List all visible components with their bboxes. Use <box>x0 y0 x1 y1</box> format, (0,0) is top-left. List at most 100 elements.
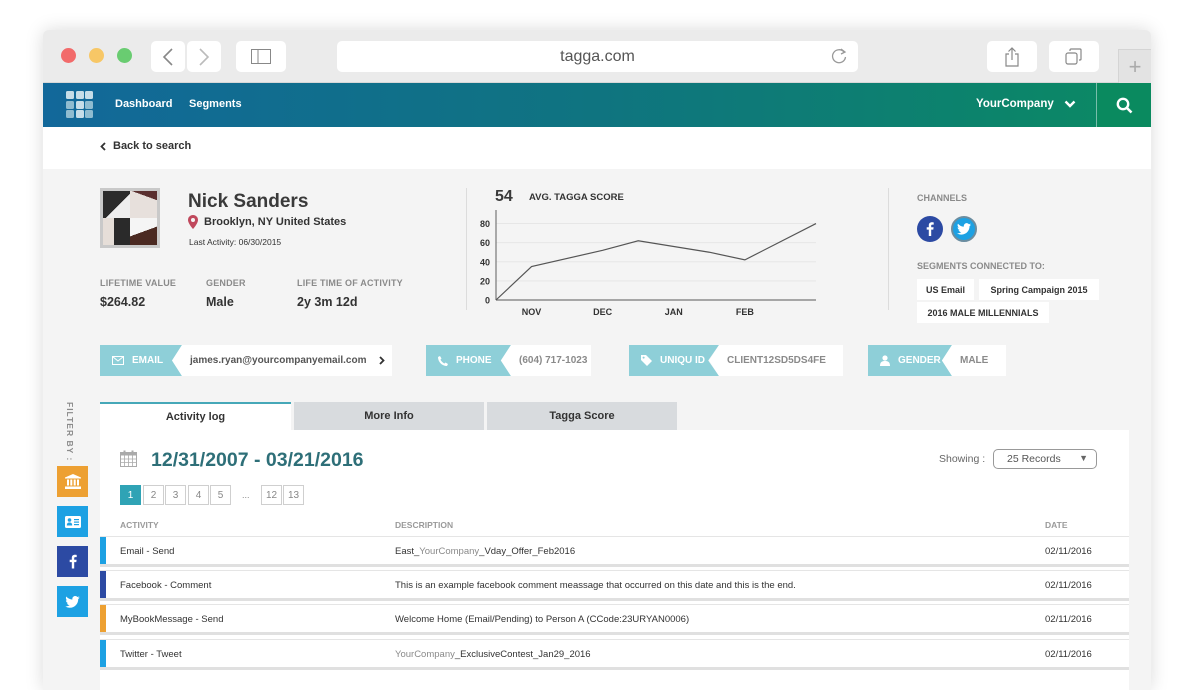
unique-id-field[interactable]: UNIQU ID CLIENT12SD5DS4FE <box>629 345 843 376</box>
y-tick-label: 60 <box>480 238 490 248</box>
column-header-description[interactable]: DESCRIPTION <box>395 520 453 530</box>
profile-name: Nick Sanders <box>188 191 308 213</box>
stat-label-activity-time: LIFE TIME OF ACTIVITY <box>297 278 403 288</box>
minimize-window-button[interactable] <box>89 48 104 63</box>
row-description: This is an example facebook comment meas… <box>395 580 796 591</box>
tab-more-info[interactable]: More Info <box>294 402 484 430</box>
phone-field-label: PHONE <box>426 345 511 376</box>
row-activity: Email - Send <box>120 546 174 557</box>
email-field[interactable]: EMAIL james.ryan@yourcompanyemail.com <box>100 345 392 376</box>
filter-facebook-button[interactable] <box>57 546 88 577</box>
row-activity: Twitter - Tweet <box>120 649 182 660</box>
records-per-page-select[interactable]: 25 Records ▼ <box>993 449 1097 469</box>
page-12-button[interactable]: 12 <box>261 485 282 505</box>
address-bar[interactable]: tagga.com <box>337 41 858 72</box>
chevron-left-icon <box>100 142 106 151</box>
sidebar-toggle-button[interactable] <box>236 41 286 72</box>
chevron-right-icon[interactable] <box>379 356 385 365</box>
row-description: East_YourCompany_Vday_Offer_Feb2016 <box>395 546 575 557</box>
segment-tag[interactable]: US Email <box>917 279 974 300</box>
browser-toolbar: tagga.com + <box>43 30 1151 83</box>
records-value: 25 Records <box>1007 453 1061 465</box>
page-1-button[interactable]: 1 <box>120 485 141 505</box>
segment-tag[interactable]: Spring Campaign 2015 <box>979 279 1099 300</box>
location-text: Brooklyn, NY United States <box>204 216 346 228</box>
plus-icon: + <box>1129 54 1142 80</box>
contact-card-icon <box>65 516 81 528</box>
search-icon <box>1116 97 1133 114</box>
channel-facebook[interactable] <box>917 216 943 242</box>
nav-segments[interactable]: Segments <box>189 98 242 110</box>
x-tick-label: JAN <box>665 307 683 317</box>
avg-score-label: AVG. TAGGA SCORE <box>529 192 624 203</box>
company-name: YourCompany <box>976 98 1054 110</box>
forward-button[interactable] <box>187 41 221 72</box>
profile-location: Brooklyn, NY United States <box>188 215 346 229</box>
row-channel-indicator <box>100 640 106 667</box>
app-logo-icon[interactable] <box>66 91 93 118</box>
url-text: tagga.com <box>560 48 635 66</box>
row-channel-indicator <box>100 537 106 564</box>
nav-dashboard[interactable]: Dashboard <box>115 98 172 110</box>
tag-icon <box>641 355 652 366</box>
showing-label: Showing : <box>939 453 985 465</box>
table-row[interactable]: Facebook - Comment This is an example fac… <box>100 570 1129 601</box>
page-4-button[interactable]: 4 <box>188 485 209 505</box>
reload-icon[interactable] <box>830 47 848 65</box>
gender-field[interactable]: GENDER MALE <box>868 345 1006 376</box>
avatar <box>100 188 160 248</box>
stat-value-gender: Male <box>206 295 234 309</box>
table-row[interactable]: MyBookMessage - SendWelcome Home (Email/… <box>100 604 1129 635</box>
section-divider <box>888 188 889 310</box>
search-button[interactable] <box>1097 83 1151 127</box>
new-tab-button[interactable]: + <box>1118 49 1151 83</box>
maximize-window-button[interactable] <box>117 48 132 63</box>
company-dropdown[interactable]: YourCompany <box>976 98 1076 110</box>
facebook-icon <box>69 554 77 569</box>
row-channel-indicator <box>100 571 106 598</box>
twitter-icon <box>65 596 80 608</box>
page-3-button[interactable]: 3 <box>165 485 186 505</box>
browser-window: tagga.com + Dashboard Segments YourCompa… <box>43 30 1151 690</box>
share-button[interactable] <box>987 41 1037 72</box>
filter-contact-button[interactable] <box>57 506 88 537</box>
filter-institution-button[interactable] <box>57 466 88 497</box>
close-window-button[interactable] <box>61 48 76 63</box>
row-description: YourCompany_ExclusiveContest_Jan29_2016 <box>395 649 591 660</box>
phone-field-value: (604) 717-1023 <box>501 345 591 376</box>
column-header-activity[interactable]: ACTIVITY <box>120 520 159 530</box>
stat-value-activity-time: 2y 3m 12d <box>297 295 357 309</box>
tab-tagga-score[interactable]: Tagga Score <box>487 402 677 430</box>
chevron-right-icon <box>198 48 210 66</box>
page-5-button[interactable]: 5 <box>210 485 231 505</box>
bank-icon <box>65 474 81 489</box>
phone-field[interactable]: PHONE (604) 717-1023 <box>426 345 591 376</box>
back-to-search-link[interactable]: Back to search <box>100 140 191 152</box>
app-navbar: Dashboard Segments YourCompany <box>43 83 1151 127</box>
page-13-button[interactable]: 13 <box>283 485 304 505</box>
envelope-icon <box>112 356 124 365</box>
pagination-ellipsis: ... <box>242 490 250 500</box>
gender-field-label: GENDER <box>868 345 952 376</box>
chevron-down-icon <box>1064 100 1076 108</box>
back-button[interactable] <box>151 41 185 72</box>
page-2-button[interactable]: 2 <box>143 485 164 505</box>
dropdown-arrow-icon: ▼ <box>1079 453 1088 463</box>
channel-twitter[interactable] <box>951 216 977 242</box>
y-tick-label: 40 <box>480 257 490 267</box>
tabs-overview-button[interactable] <box>1049 41 1099 72</box>
table-row[interactable]: Email - Send East_YourCompany_Vday_Offer_… <box>100 536 1129 567</box>
row-channel-indicator <box>100 605 106 632</box>
x-tick-label: DEC <box>593 307 613 317</box>
tab-activity-log[interactable]: Activity log <box>100 402 291 430</box>
stat-label-lifetime-value: LIFETIME VALUE <box>100 278 176 288</box>
row-activity: MyBookMessage - Send <box>120 614 224 625</box>
date-range[interactable]: 12/31/2007 - 03/21/2016 <box>151 449 364 472</box>
sidebar-icon <box>251 49 271 64</box>
facebook-icon <box>926 222 934 236</box>
column-header-date[interactable]: DATE <box>1045 520 1068 530</box>
row-activity: Facebook - Comment <box>120 580 211 591</box>
filter-twitter-button[interactable] <box>57 586 88 617</box>
segment-tag[interactable]: 2016 MALE MILLENNIALS <box>917 302 1049 323</box>
table-row[interactable]: Twitter - Tweet YourCompany_ExclusiveCont… <box>100 639 1129 670</box>
